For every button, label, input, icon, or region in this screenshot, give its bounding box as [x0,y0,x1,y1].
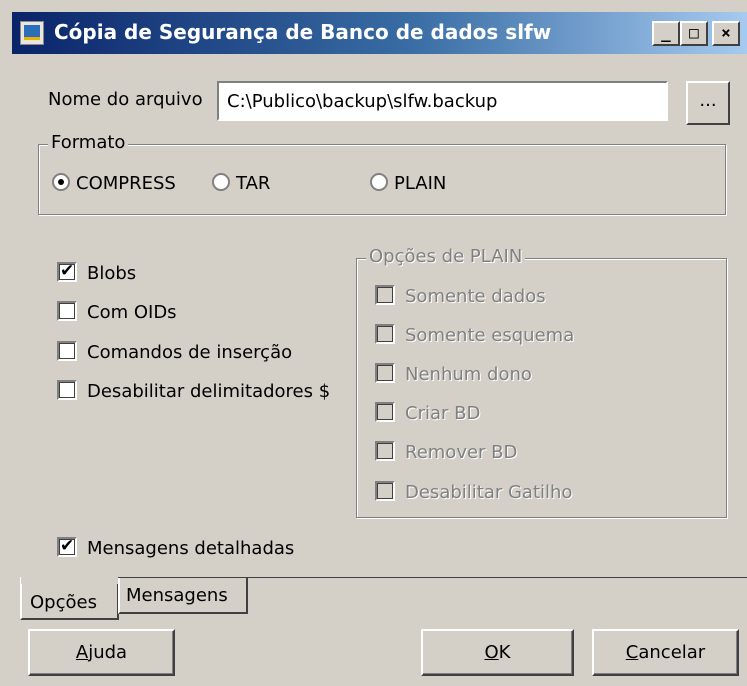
backup-dialog: Cópia de Segurança de Banco de dados slf… [0,0,747,686]
format-tar-radio[interactable]: TAR [212,173,270,194]
radio-plain-indicator [370,173,388,191]
checkbox-desabilitar-gatilho [375,481,395,501]
option-comandos-insercao[interactable]: Comandos de inserção [57,341,292,363]
checkbox-somente-esquema [375,324,395,344]
option-mensagens-detalhadas[interactable]: Mensagens detalhadas [57,536,295,559]
minimize-button[interactable]: _ [652,21,680,46]
checkbox-mensagens-detalhadas [57,536,77,557]
close-button[interactable]: × [712,21,740,46]
filename-input[interactable] [217,81,668,121]
help-button-label: Ajuda [75,642,128,663]
radio-compress-indicator [52,173,70,191]
tab-opcoes-label: Opções [30,592,97,613]
plain-option-criar-bd[interactable]: Criar BD [375,402,480,424]
plain-option-nenhum-dono-label: Nenhum dono [405,364,532,385]
plain-option-remover-bd-label: Remover BD [405,442,518,463]
format-plain-radio[interactable]: PLAIN [370,173,446,194]
help-button[interactable]: Ajuda [28,629,175,676]
maximize-button[interactable]: □ [680,21,708,46]
plain-option-criar-bd-label: Criar BD [405,403,481,424]
browse-button[interactable]: ... [686,81,730,125]
checkbox-desabilitar-delimitadores [57,380,77,400]
format-tar-label: TAR [236,173,271,194]
checkbox-somente-dados [375,285,395,305]
cancel-button[interactable]: Cancelar [592,629,739,676]
checkbox-nenhum-dono [375,363,395,383]
option-desabilitar-delimitadores-label: Desabilitar delimitadores $ [87,381,331,402]
format-compress-radio[interactable]: COMPRESS [52,173,176,194]
ok-button-label: OK [484,642,511,663]
plain-option-somente-dados[interactable]: Somente dados [375,285,546,307]
plain-option-remover-bd[interactable]: Remover BD [375,441,517,463]
plain-option-desabilitar-gatilho[interactable]: Desabilitar Gatilho [375,481,572,503]
option-com-oids[interactable]: Com OIDs [57,301,177,323]
checkbox-com-oids [57,301,77,321]
option-comandos-insercao-label: Comandos de inserção [87,342,293,363]
title-bar[interactable]: Cópia de Segurança de Banco de dados slf… [12,12,747,54]
option-com-oids-label: Com OIDs [87,302,177,323]
option-mensagens-detalhadas-label: Mensagens detalhadas [87,538,295,559]
option-blobs[interactable]: Blobs [57,261,137,284]
plain-options-legend: Opções de PLAIN [366,246,526,267]
checkbox-blobs [57,261,77,282]
format-plain-label: PLAIN [394,173,447,194]
plain-option-somente-esquema-label: Somente esquema [405,325,575,346]
tab-opcoes[interactable]: Opções [20,584,119,620]
plain-option-somente-dados-label: Somente dados [405,286,546,307]
plain-option-nenhum-dono[interactable]: Nenhum dono [375,363,532,385]
window-title: Cópia de Segurança de Banco de dados slf… [54,20,552,44]
ok-button[interactable]: OK [421,629,574,676]
checkbox-criar-bd [375,402,395,422]
checkbox-comandos-insercao [57,341,77,361]
tab-mensagens-label: Mensagens [126,585,228,606]
database-window-icon [20,21,44,45]
radio-tar-indicator [212,173,230,191]
checkbox-remover-bd [375,441,395,461]
filename-label: Nome do arquivo [48,89,203,110]
cancel-button-label: Cancelar [625,642,706,663]
plain-option-desabilitar-gatilho-label: Desabilitar Gatilho [405,482,573,503]
tab-mensagens[interactable]: Mensagens [118,578,248,614]
plain-option-somente-esquema[interactable]: Somente esquema [375,324,574,346]
option-blobs-label: Blobs [87,263,137,284]
option-desabilitar-delimitadores[interactable]: Desabilitar delimitadores $ [57,380,330,402]
format-legend: Formato [48,132,129,153]
format-compress-label: COMPRESS [76,173,176,194]
